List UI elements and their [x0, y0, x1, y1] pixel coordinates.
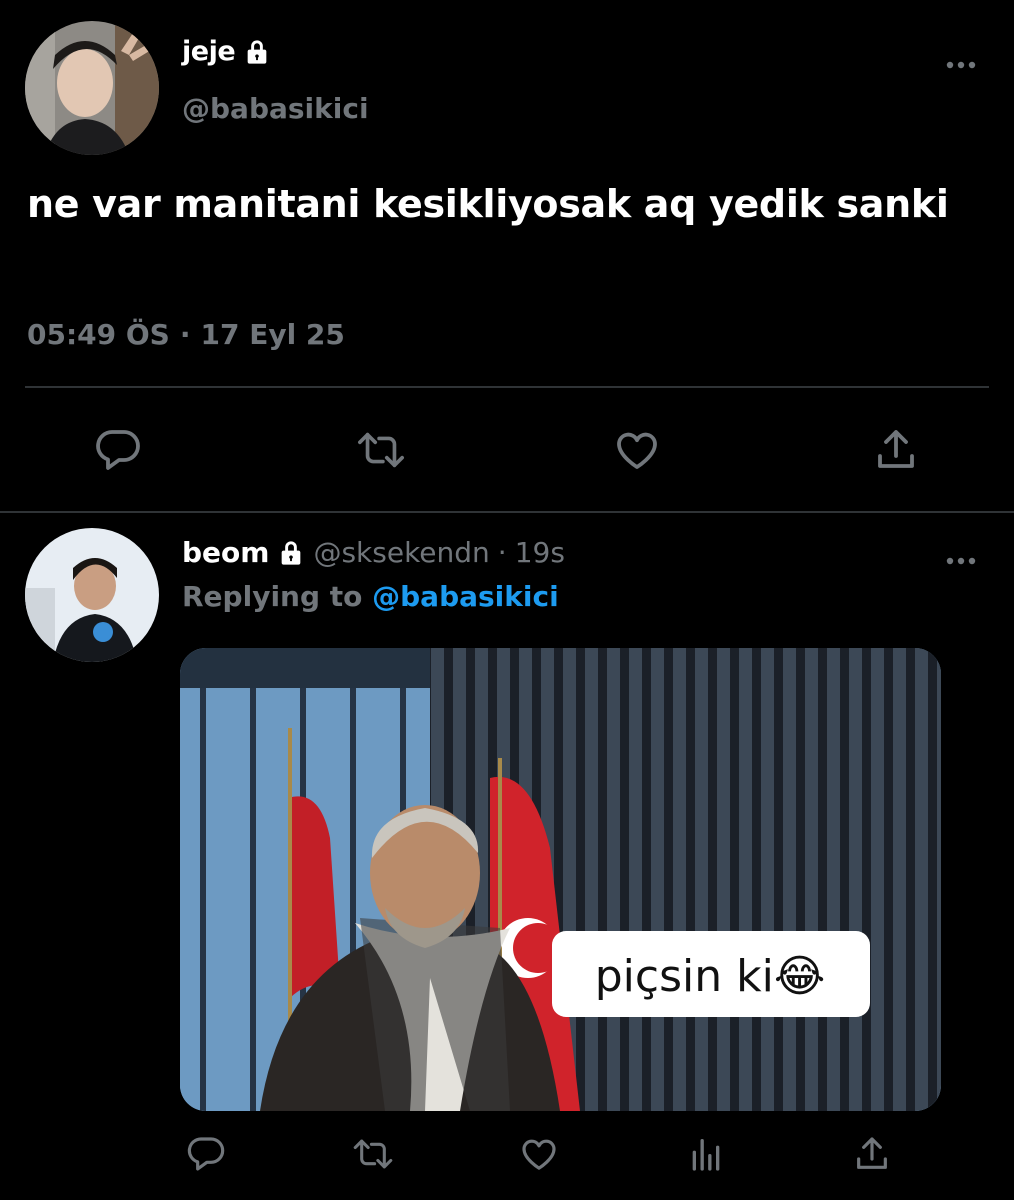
replying-to: Replying to @babasikici	[182, 580, 559, 613]
tweet-age[interactable]: 19s	[515, 536, 565, 569]
display-name[interactable]: jeje	[182, 36, 236, 67]
analytics-icon[interactable]	[686, 1134, 726, 1174]
lock-icon	[277, 539, 305, 567]
reply-icon[interactable]	[94, 426, 142, 474]
avatar[interactable]	[25, 21, 159, 155]
handle[interactable]: @sksekendn	[313, 536, 489, 569]
media-image[interactable]: piçsin ki😂	[180, 648, 941, 1111]
retweet-icon[interactable]	[352, 1134, 394, 1174]
meta-separator: ·	[497, 536, 507, 569]
share-icon[interactable]	[852, 1134, 892, 1174]
avatar[interactable]	[25, 528, 159, 662]
tweet-date[interactable]: 17 Eyl 25	[200, 318, 344, 351]
display-name[interactable]: beom	[182, 536, 269, 569]
replying-label: Replying to	[182, 580, 363, 613]
mention-link[interactable]: @babasikici	[372, 580, 559, 613]
tweet-actions	[0, 426, 1014, 476]
tweet-text: ne var manitani kesikliyosak aq yedik sa…	[27, 182, 949, 226]
tweet-time[interactable]: 05:49 ÖS	[27, 318, 170, 351]
like-icon[interactable]	[612, 426, 662, 474]
reply-header: beom @sksekendn · 19s	[182, 536, 565, 569]
more-icon[interactable]	[944, 48, 978, 82]
divider	[0, 511, 1014, 513]
lock-icon	[243, 38, 271, 66]
media-caption: piçsin ki😂	[595, 951, 825, 1002]
divider	[25, 386, 989, 388]
tweet-meta: 05:49 ÖS · 17 Eyl 25	[27, 318, 345, 351]
display-name-row: jeje	[182, 36, 271, 67]
meta-separator: ·	[179, 318, 191, 351]
like-icon[interactable]	[518, 1134, 560, 1174]
reply-icon[interactable]	[186, 1134, 226, 1174]
handle[interactable]: @babasikici	[182, 92, 369, 125]
more-icon[interactable]	[944, 544, 978, 578]
reply-actions	[0, 1134, 1014, 1178]
share-icon[interactable]	[872, 426, 920, 474]
retweet-icon[interactable]	[356, 426, 406, 474]
